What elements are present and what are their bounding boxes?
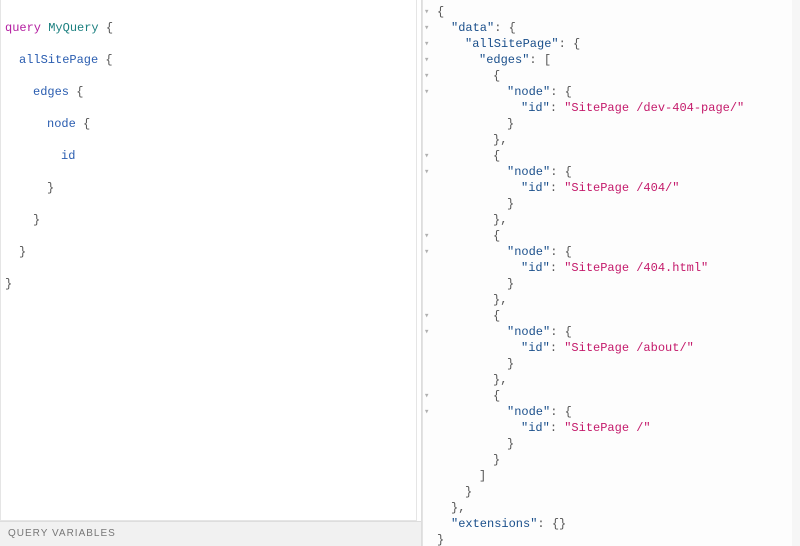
scrollbar-track[interactable] [792,0,800,546]
result-code: {"data": {"allSitePage": {"edges": [{"no… [433,0,800,546]
fold-arrow-icon[interactable]: ▾ [424,68,429,84]
fold-arrow-icon[interactable]: ▾ [424,244,429,260]
fold-arrow-icon[interactable]: ▾ [424,228,429,244]
fold-arrow-icon[interactable]: ▾ [424,164,429,180]
query-variables-label: QUERY VARIABLES [8,528,116,539]
fold-arrow-icon[interactable]: ▾ [424,148,429,164]
query-editor[interactable]: query MyQuery { allSitePage { edges { no… [0,0,417,521]
query-field-root: allSitePage [19,53,98,67]
result-viewer[interactable]: {"data": {"allSitePage": {"edges": [{"no… [423,0,800,546]
fold-arrow-icon[interactable]: ▾ [424,388,429,404]
fold-arrow-icon[interactable]: ▾ [424,404,429,420]
query-field-edges: edges [33,85,69,99]
fold-arrow-icon[interactable]: ▾ [424,36,429,52]
fold-arrow-icon[interactable]: ▾ [424,4,429,20]
result-pane: ▾ ▾ ▾ ▾ ▾ ▾ ▾ ▾ ▾ ▾ ▾ ▾ ▾ ▾ {"data": {"a… [422,0,800,546]
query-field-id: id [61,149,75,163]
result-fold-gutter: ▾ ▾ ▾ ▾ ▾ ▾ ▾ ▾ ▾ ▾ ▾ ▾ ▾ ▾ [423,0,433,546]
query-variables-toggle[interactable]: QUERY VARIABLES [0,521,421,546]
query-operation-name: MyQuery [48,21,98,35]
query-field-node: node [47,117,76,131]
fold-arrow-icon[interactable]: ▾ [424,308,429,324]
fold-arrow-icon[interactable]: ▾ [424,20,429,36]
query-keyword: query [5,21,41,35]
fold-arrow-icon[interactable]: ▾ [424,324,429,340]
query-code[interactable]: query MyQuery { allSitePage { edges { no… [1,0,416,328]
fold-arrow-icon[interactable]: ▾ [424,84,429,100]
query-editor-pane: query MyQuery { allSitePage { edges { no… [0,0,422,546]
fold-arrow-icon[interactable]: ▾ [424,52,429,68]
